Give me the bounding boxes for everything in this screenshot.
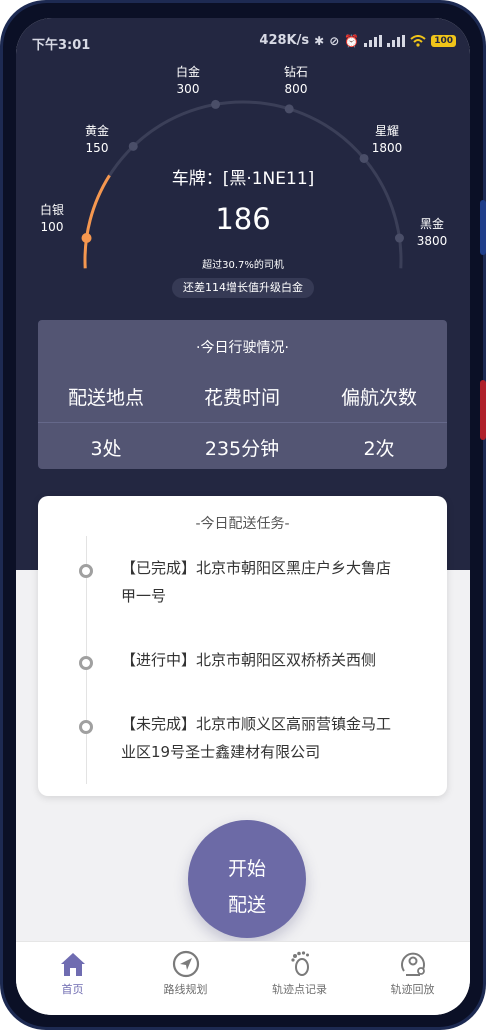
header-deviation-count: 偏航次数 (340, 387, 417, 409)
tab-track-playback[interactable]: 轨迹回放 (356, 942, 469, 1015)
start-button-line1: 开始 (227, 858, 266, 880)
gauge-level-label: 黄金 150 (67, 123, 127, 157)
gauge-level-node (211, 99, 221, 109)
gauge-level-name: 星耀 (374, 124, 399, 138)
task-line: 【未完成】北京市顺义区高丽营镇金马工 (121, 715, 392, 733)
value-deviation-count: 2次 (363, 438, 395, 460)
phone-frame: 下午3:01 428K/s ✱ ⊘ ⏰ 100 白银 100 黄金 150 白金 300 钻… (0, 0, 486, 1030)
footprint-icon (291, 951, 309, 976)
power-button (480, 380, 486, 440)
header-time-spent: 花费时间 (203, 387, 280, 409)
gauge-level-node (284, 104, 294, 114)
value-time-spent: 235分钟 (204, 438, 280, 460)
gauge-level-threshold: 1800 (371, 141, 403, 155)
task-item[interactable]: 【已完成】北京市朝阳区黑庄户乡大鲁店 甲一号 (121, 554, 421, 610)
gauge-level-threshold: 800 (284, 82, 308, 96)
signal-icon-2 (387, 34, 406, 47)
timeline-dot (79, 656, 93, 670)
gauge-level-label: 星耀 1800 (357, 123, 417, 157)
status-time: 下午3:01 (32, 38, 91, 53)
value-delivery-points: 3处 (90, 438, 122, 460)
gauge-level-label: 白金 300 (158, 64, 218, 98)
home-icon (61, 953, 85, 976)
tab-route-planning[interactable]: 路线规划 (129, 942, 242, 1015)
license-plate: 车牌：[黑·1NE11] (171, 169, 315, 189)
gauge-level-name: 黄金 (84, 124, 109, 138)
task-line: 业区19号圣士鑫建材有限公司 (121, 743, 321, 761)
wifi-icon (410, 34, 426, 47)
hero-panel: 下午3:01 428K/s ✱ ⊘ ⏰ 100 白银 100 黄金 150 白金 300 钻… (16, 18, 470, 570)
app-screen: 下午3:01 428K/s ✱ ⊘ ⏰ 100 白银 100 黄金 150 白金 300 钻… (16, 18, 470, 1015)
tab-home[interactable]: 首页 (16, 942, 129, 1015)
tab-track-playback-label: 轨迹回放 (390, 983, 435, 996)
bluetooth-icon: ✱ (314, 33, 325, 48)
header-delivery-points: 配送地点 (67, 387, 144, 409)
stats-divider (38, 422, 447, 423)
bottom-tabbar: 首页 路线规划 轨迹点记录 轨迹回放 (16, 941, 470, 1015)
task-line: 【已完成】北京市朝阳区黑庄户乡大鲁店 (121, 559, 392, 577)
alarm-icon: ⏰ (344, 33, 360, 48)
tasks-title: -今日配送任务- (195, 516, 290, 532)
gauge-level-threshold: 150 (85, 141, 109, 155)
net-speed: 428K/s (259, 33, 310, 48)
tab-track-records[interactable]: 轨迹点记录 (243, 942, 356, 1015)
timeline-dot (79, 720, 93, 734)
beat-percentage: 超过30.7%的司机 (202, 260, 284, 271)
tab-home-label: 首页 (61, 983, 84, 996)
growth-score: 186 (215, 202, 271, 236)
start-button-line2: 配送 (227, 894, 266, 916)
gauge-level-label: 钻石 800 (266, 64, 326, 98)
gauge-level-threshold: 300 (176, 82, 200, 96)
battery-icon: 100 (431, 34, 456, 47)
task-item[interactable]: 【进行中】北京市朝阳区双桥桥关西侧 (121, 646, 421, 674)
gauge-level-node (128, 141, 138, 151)
playback-icon (401, 952, 425, 976)
tab-track-records-label: 轨迹点记录 (272, 983, 327, 996)
timeline-dot (79, 564, 93, 578)
task-line: 【进行中】北京市朝阳区双桥桥关西侧 (121, 651, 377, 669)
navigation-icon (172, 950, 200, 978)
tab-route-label: 路线规划 (163, 983, 208, 996)
upgrade-hint: 还差114增长值升级白金 (172, 278, 314, 298)
gauge-level-name: 钻石 (283, 65, 308, 79)
gauge-level-name: 白金 (175, 65, 200, 79)
status-icons: 428K/s ✱ ⊘ ⏰ 100 (259, 33, 456, 48)
mute-icon: ⊘ (329, 33, 340, 48)
task-item[interactable]: 【未完成】北京市顺义区高丽营镇金马工 业区19号圣士鑫建材有限公司 (121, 710, 421, 766)
task-line: 甲一号 (121, 587, 167, 605)
delivery-tasks-card: -今日配送任务- 【已完成】北京市朝阳区黑庄户乡大鲁店 甲一号 【进行中】北京市… (38, 496, 447, 796)
signal-icon (364, 34, 383, 47)
volume-button (480, 200, 486, 255)
start-delivery-button[interactable]: 开始 配送 (188, 820, 306, 938)
today-driving-card: ·今日行驶情况· 配送地点 花费时间 偏航次数 3处 235分钟 2次 (38, 320, 447, 469)
today-driving-title: ·今日行驶情况· (196, 340, 289, 356)
status-bar: 下午3:01 428K/s ✱ ⊘ ⏰ 100 (16, 18, 470, 58)
